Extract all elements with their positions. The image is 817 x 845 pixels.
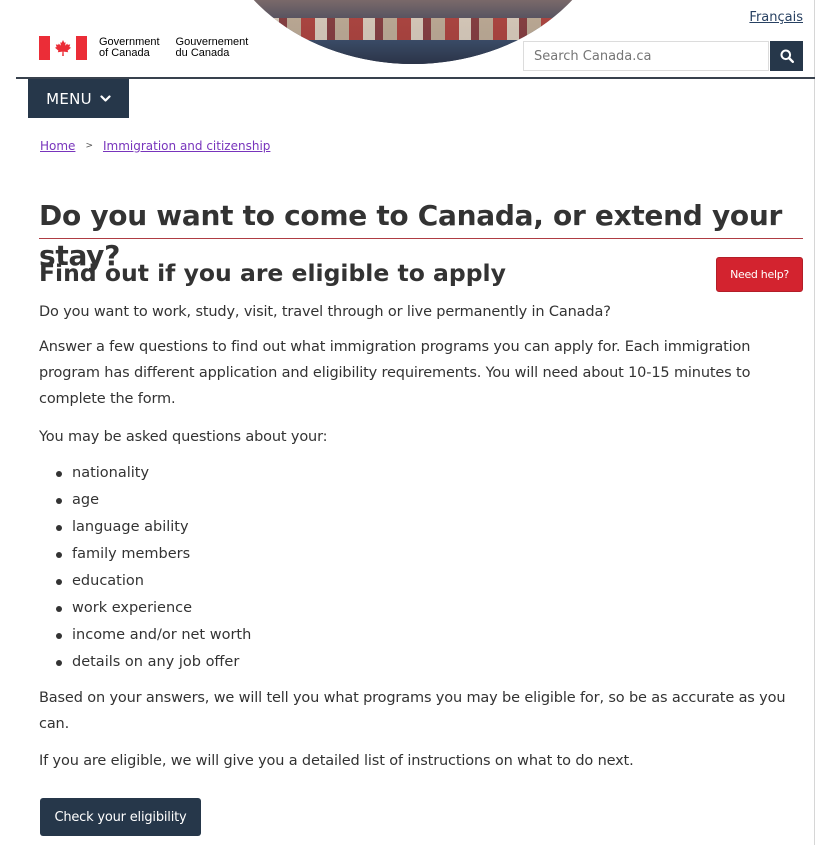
check-eligibility-button[interactable]: Check your eligibility (40, 798, 201, 836)
list-item: family members (56, 541, 251, 568)
header-divider (16, 77, 815, 79)
bullet (56, 551, 62, 558)
section-heading: Find out if you are eligible to apply (39, 259, 506, 287)
menu-button[interactable]: MENU (28, 79, 129, 118)
list-item-text: family members (72, 546, 191, 562)
page-title-underline (39, 238, 803, 239)
wordmark-french: Gouvernement du Canada (176, 37, 249, 59)
government-of-canada-logo[interactable]: Government of Canada Gouvernement du Can… (39, 35, 264, 61)
list-item: work experience (56, 595, 251, 622)
site-header: Français Government of Canada Gouverneme… (0, 0, 817, 79)
list-item: age (56, 487, 251, 514)
breadcrumb: Home > Immigration and citizenship (40, 139, 270, 153)
questions-intro-paragraph: You may be asked questions about your: (39, 429, 328, 445)
need-help-button[interactable]: Need help? (716, 257, 803, 292)
question-topics-list: nationality age language ability family … (56, 460, 251, 676)
list-item: nationality (56, 460, 251, 487)
intro-paragraph: Do you want to work, study, visit, trave… (39, 304, 611, 320)
page-border (814, 0, 815, 845)
chevron-down-icon (100, 94, 111, 102)
list-item-text: age (72, 492, 100, 508)
breadcrumb-separator: > (85, 141, 93, 151)
flag-bar-right (76, 36, 87, 60)
flag-bar-left (39, 36, 50, 60)
list-item: income and/or net worth (56, 622, 251, 649)
list-item: language ability (56, 514, 251, 541)
bullet (56, 470, 62, 477)
page: Français Government of Canada Gouverneme… (0, 0, 817, 845)
banner-houses (253, 18, 573, 40)
bullet (56, 659, 62, 666)
list-item-text: details on any job offer (72, 654, 240, 670)
breadcrumb-immigration-link[interactable]: Immigration and citizenship (103, 139, 270, 153)
canada-flag (39, 36, 87, 60)
list-item: details on any job offer (56, 649, 251, 676)
list-item-text: education (72, 573, 144, 589)
wordmark-fr-line2: du Canada (175, 47, 230, 59)
list-item-text: work experience (72, 600, 193, 616)
breadcrumb-home-link[interactable]: Home (40, 139, 75, 153)
search-input[interactable] (523, 41, 769, 71)
bullet (56, 578, 62, 585)
government-wordmark: Government of Canada Gouvernement du Can… (99, 37, 264, 59)
bullet (56, 524, 62, 531)
next-steps-paragraph: If you are eligible, we will give you a … (39, 753, 634, 769)
search-button[interactable] (770, 41, 803, 71)
wordmark-english: Government of Canada (99, 37, 160, 59)
accuracy-note-paragraph: Based on your answers, we will tell you … (39, 690, 786, 732)
list-item: education (56, 568, 251, 595)
bullet (56, 497, 62, 504)
list-item-text: income and/or net worth (72, 627, 252, 643)
bullet (56, 605, 62, 612)
wordmark-en-line2: of Canada (99, 47, 150, 59)
description-paragraph: Answer a few questions to find out what … (39, 339, 751, 407)
list-item-text: nationality (72, 465, 150, 481)
list-item-text: language ability (72, 519, 189, 535)
search-icon (780, 49, 794, 63)
menu-label: MENU (46, 89, 92, 108)
bullet (56, 632, 62, 639)
maple-leaf-icon (55, 40, 71, 56)
language-toggle-link[interactable]: Français (749, 10, 803, 25)
